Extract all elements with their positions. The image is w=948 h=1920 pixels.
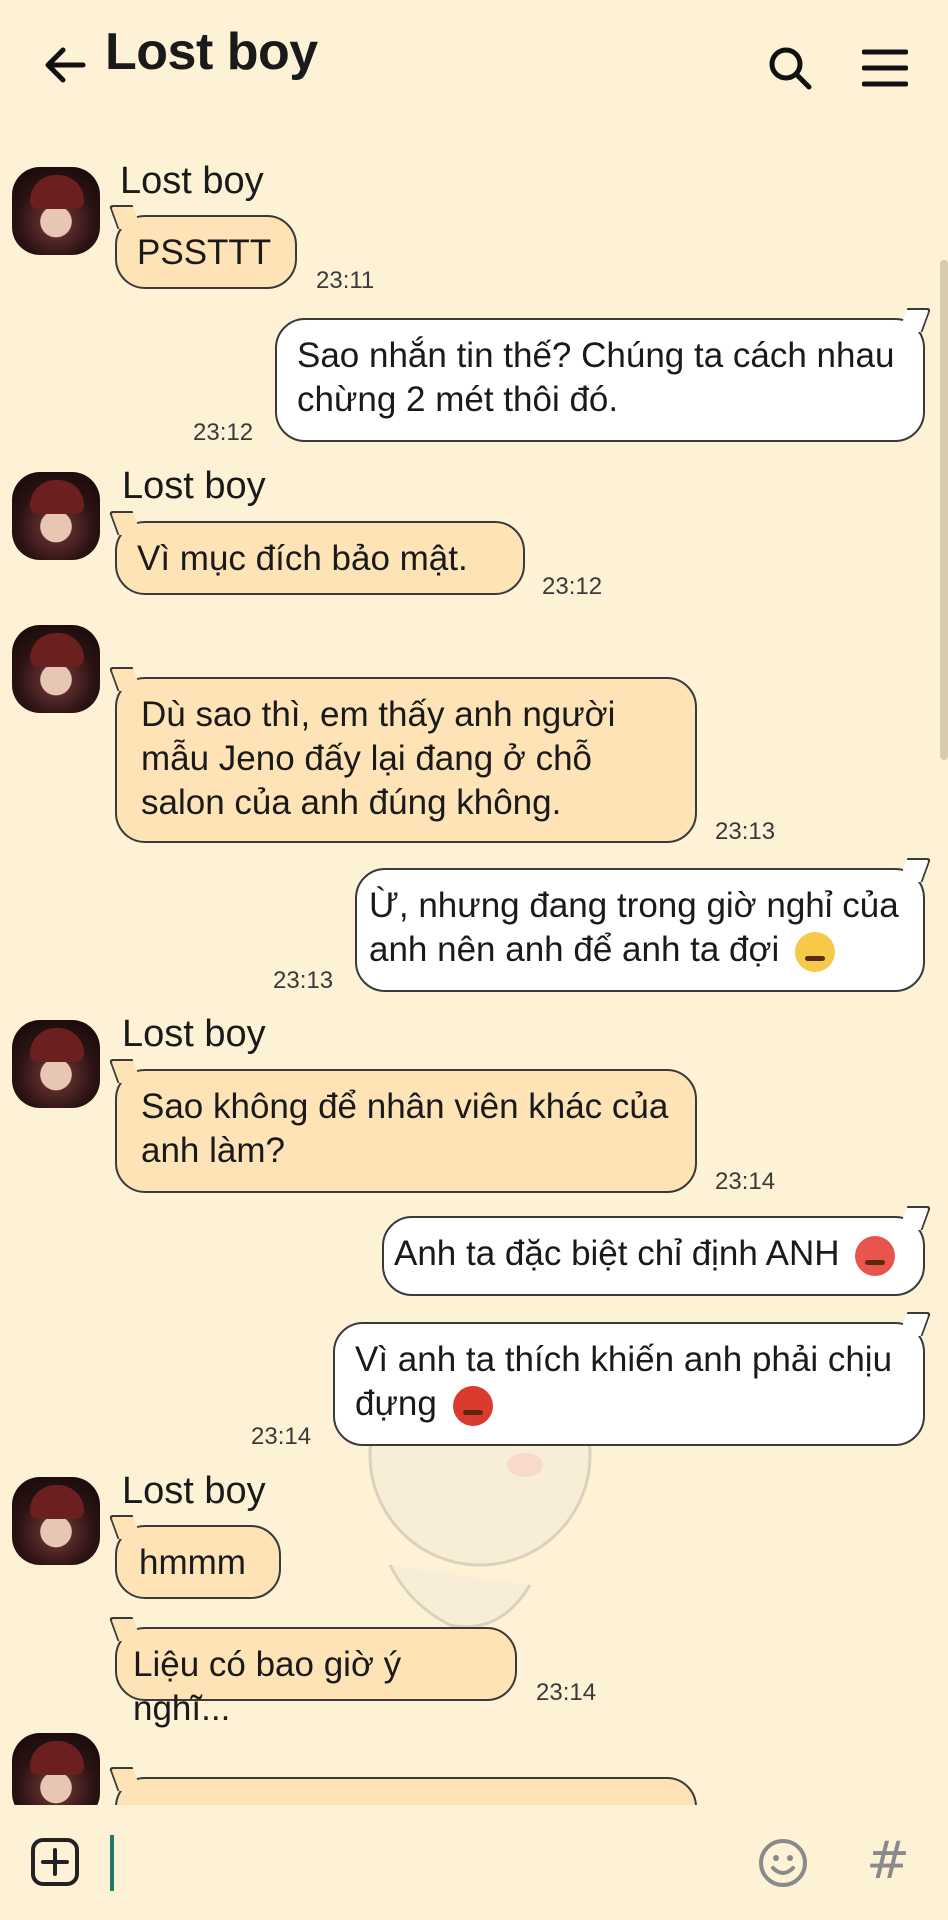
avatar[interactable]	[12, 1477, 100, 1565]
message-text: hmmm	[139, 1543, 246, 1582]
avatar[interactable]	[12, 1020, 100, 1108]
message-bubble[interactable]: Anh ta đặc biệt chỉ định ANH	[382, 1216, 925, 1296]
message-line: anh làm?	[141, 1131, 285, 1170]
message-time: 23:13	[715, 818, 776, 845]
message-line-wrap: đựng	[355, 1382, 903, 1426]
plus-box-icon	[31, 1838, 79, 1886]
sleepy-face-icon	[794, 931, 835, 972]
sender-name: Lost boy	[122, 1013, 266, 1055]
composer-bar: #	[0, 1805, 948, 1920]
message-input[interactable]	[120, 1830, 720, 1896]
message-time: 23:14	[251, 1423, 312, 1450]
message-text: Anh ta đặc biệt chỉ định ANH	[394, 1234, 840, 1273]
message-line: Dù sao thì, em thấy anh người	[141, 695, 616, 734]
chat-title: Lost boy	[105, 23, 318, 81]
message-line: anh nên anh để anh ta đợi	[369, 930, 780, 969]
message-bubble[interactable]	[115, 1777, 697, 1805]
hashtag-button[interactable]: #	[860, 1831, 916, 1891]
message-time: 23:11	[316, 267, 375, 294]
message-bubble[interactable]: PSSTTT	[115, 215, 297, 289]
smiley-icon	[759, 1839, 807, 1887]
message-bubble[interactable]: Liệu có bao giờ ý nghĩ...	[115, 1627, 517, 1728]
angry-face-icon	[855, 1235, 896, 1276]
message-line: mẫu Jeno đấy lại đang ở chỗ	[141, 739, 593, 778]
message-bubble[interactable]: Dù sao thì, em thấy anh người mẫu Jeno đ…	[115, 677, 697, 843]
add-button[interactable]	[28, 1835, 82, 1889]
message-bubble[interactable]: Ừ, nhưng đang trong giờ nghỉ của anh nên…	[355, 868, 925, 992]
message-line: Ừ, nhưng đang trong giờ nghỉ của	[369, 886, 899, 925]
message-line: Sao nhắn tin thế? Chúng ta cách nhau	[297, 336, 895, 375]
message-line: Sao không để nhân viên khác của	[141, 1087, 669, 1126]
message-line: chừng 2 mét thôi đó.	[297, 380, 619, 419]
search-icon	[769, 47, 812, 90]
message-bubble[interactable]: Vì mục đích bảo mật.	[115, 521, 525, 595]
message-time: 23:12	[542, 573, 603, 600]
message-time: 23:13	[273, 967, 334, 994]
avatar[interactable]	[12, 167, 100, 255]
message-text: Vì mục đích bảo mật.	[137, 539, 468, 578]
text-caret	[110, 1835, 114, 1891]
message-bubble[interactable]: Sao nhắn tin thế? Chúng ta cách nhau chừ…	[275, 318, 925, 442]
emoji-button[interactable]	[755, 1835, 811, 1891]
avatar[interactable]	[12, 472, 100, 560]
message-time: 23:12	[193, 419, 254, 446]
sender-name: Lost boy	[120, 160, 264, 202]
avatar[interactable]	[12, 1733, 100, 1805]
message-line: Vì anh ta thích khiến anh phải chịu	[355, 1340, 893, 1379]
message-text: PSSTTT	[137, 233, 272, 272]
menu-button[interactable]	[855, 38, 915, 98]
message-bubble[interactable]: Sao không để nhân viên khác của anh làm?	[115, 1069, 697, 1193]
search-button[interactable]	[760, 38, 820, 98]
back-button[interactable]	[40, 40, 90, 90]
hamburger-menu-icon	[862, 49, 908, 87]
avatar[interactable]	[12, 625, 100, 713]
message-line-wrap: anh nên anh để anh ta đợi	[369, 928, 903, 972]
arrow-left-icon	[45, 47, 86, 83]
message-time: 23:14	[715, 1168, 776, 1195]
message-line: đựng	[355, 1384, 437, 1423]
cursing-face-icon	[452, 1385, 493, 1426]
sender-name: Lost boy	[122, 465, 266, 507]
message-text: Liệu có bao giờ ý nghĩ...	[133, 1645, 402, 1728]
scrollbar[interactable]	[940, 260, 948, 760]
message-bubble[interactable]: Vì anh ta thích khiến anh phải chịu đựng	[333, 1322, 925, 1446]
message-bubble[interactable]: hmmm	[115, 1525, 281, 1599]
sender-name: Lost boy	[122, 1470, 266, 1512]
message-time: 23:14	[536, 1679, 597, 1706]
message-line: salon của anh đúng không.	[141, 783, 562, 822]
chat-area[interactable]: Lost boy PSSTTT 23:11 23:12 Sao nhắn tin…	[0, 125, 948, 1805]
app-header: Lost boy	[0, 0, 948, 125]
